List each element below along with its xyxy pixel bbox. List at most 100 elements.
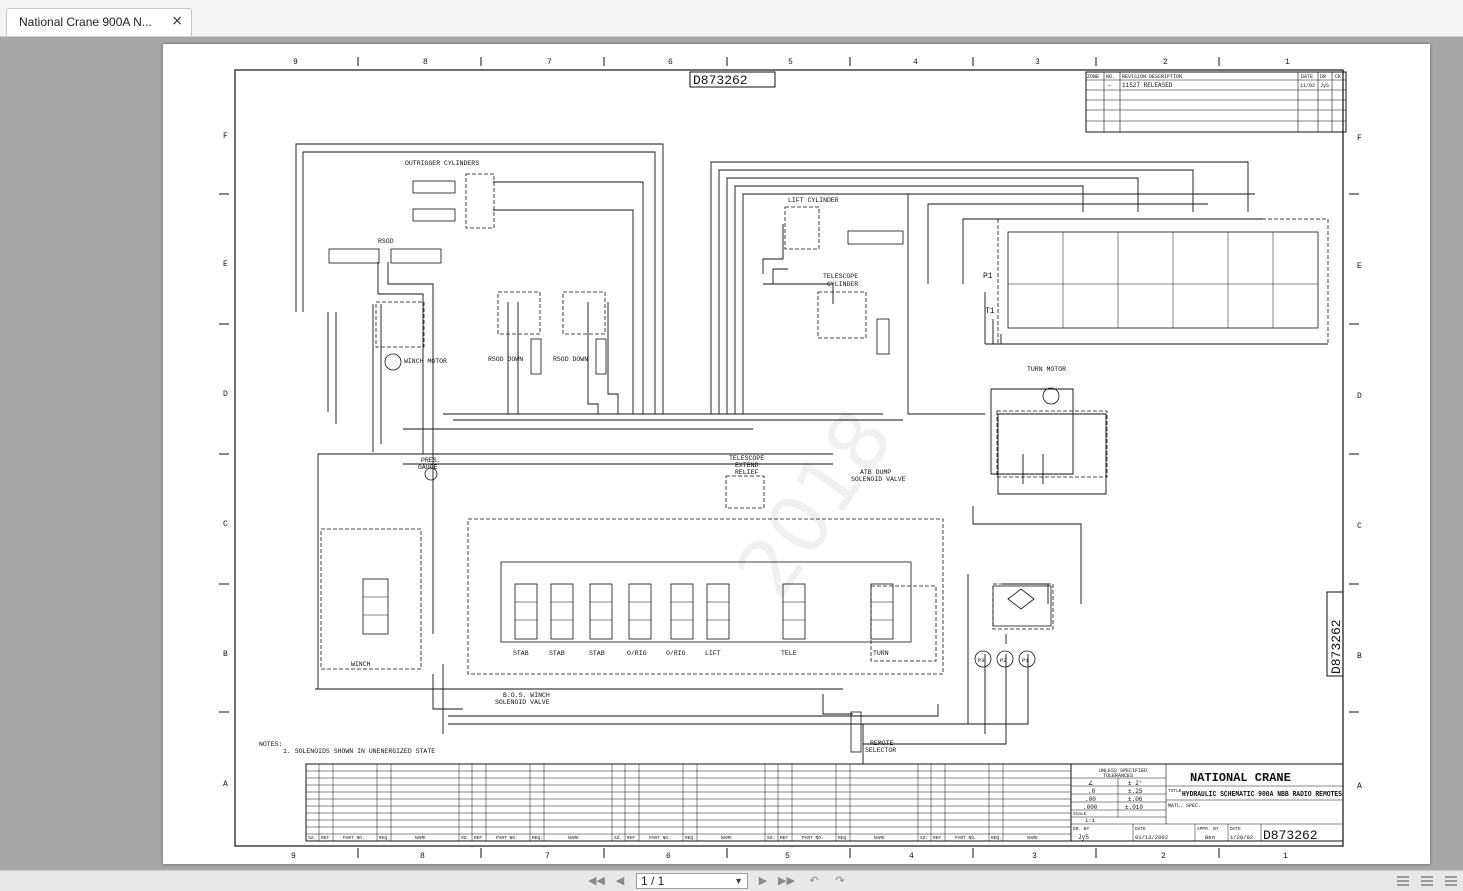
revision-cell: 11/02 xyxy=(1300,83,1315,89)
zone-label: 4 xyxy=(913,58,918,67)
parts-header: REF xyxy=(627,835,635,841)
zone-label: A xyxy=(223,780,228,789)
page-indicator: 1 / 1 xyxy=(641,874,665,888)
page-number-input[interactable]: 1 / 1 ▼ xyxy=(636,873,748,889)
rsod-down-label: RSOD DOWN xyxy=(488,356,523,363)
last-page-icon[interactable]: ▶▶ xyxy=(778,874,795,888)
title-block: UNLESS SPECIFIED TOLERANCES ∠ ± 2° .0 ±.… xyxy=(1070,763,1344,843)
section-label: STAB xyxy=(549,650,565,657)
date: 01/13/2002 xyxy=(1135,834,1168,841)
section-label: LIFT xyxy=(705,650,721,657)
zone-label: B xyxy=(1357,652,1362,661)
pump-label: P3 xyxy=(978,657,985,664)
tab-bar: National Crane 900A N... × xyxy=(0,0,1463,37)
zone-label: 6 xyxy=(666,852,671,861)
back-icon[interactable]: ↶ xyxy=(806,874,822,888)
zone-label: 7 xyxy=(547,58,552,67)
forward-icon[interactable]: ↷ xyxy=(832,874,848,888)
tolerance-key: .000 xyxy=(1083,804,1098,811)
pump-label: P2 xyxy=(1000,657,1007,664)
next-page-icon[interactable]: ▶ xyxy=(755,874,771,888)
pres-gauge-label: GAUGE xyxy=(418,464,438,471)
zone-label: 3 xyxy=(1032,852,1037,861)
title-label: TITLE xyxy=(1168,788,1182,794)
document-viewer[interactable]: 9 8 7 6 5 4 3 2 1 9 8 7 6 5 4 3 2 1 F E xyxy=(0,37,1463,870)
pres-gauge-label: PRES. xyxy=(421,457,441,464)
tolerance-value: ±.010 xyxy=(1125,804,1143,811)
zone-label: D xyxy=(1357,392,1362,401)
close-icon[interactable]: × xyxy=(171,13,183,29)
section-label: STAB xyxy=(589,650,605,657)
bos-label: B.O.S. WINCH xyxy=(503,692,550,699)
tolerance-key: ∠ xyxy=(1088,780,1093,787)
remote-selector-label: SELECTOR xyxy=(865,747,896,754)
parts-header: REQ. xyxy=(379,835,390,841)
pump-label: P1 xyxy=(1022,657,1029,664)
parts-header: SZ. xyxy=(614,835,622,841)
first-page-icon[interactable]: ◀◀ xyxy=(588,874,605,888)
chevron-down-icon[interactable]: ▼ xyxy=(734,874,743,888)
telescope-cylinder-label: CYLINDER xyxy=(827,281,858,288)
notes-line: 1. SOLENOIDS SHOWN IN UNENERGIZED STATE xyxy=(283,748,435,755)
parts-header: PART NO. xyxy=(343,835,365,841)
schematic-drawing: 9 8 7 6 5 4 3 2 1 9 8 7 6 5 4 3 2 1 F E xyxy=(219,57,1362,861)
parts-header: REQ. xyxy=(991,835,1002,841)
parts-header: REQ. xyxy=(532,835,543,841)
tolerance-value: ± 2° xyxy=(1128,780,1142,787)
section-label: TURN xyxy=(873,650,889,657)
date2: 1/29/02 xyxy=(1230,834,1253,841)
parts-header: PART NO. xyxy=(496,835,518,841)
revision-header: REVISION DESCRIPTION xyxy=(1122,74,1182,80)
two-page-view-icon[interactable] xyxy=(1444,874,1458,887)
zone-label: 2 xyxy=(1161,852,1166,861)
revision-header: DR xyxy=(1320,74,1326,80)
revision-cell: — xyxy=(1107,83,1112,89)
zone-label: E xyxy=(223,260,228,269)
zone-label: A xyxy=(1357,782,1362,791)
document-tab[interactable]: National Crane 900A N... × xyxy=(6,8,192,36)
winch-label: WINCH xyxy=(351,661,371,668)
t1-label: T1 xyxy=(985,307,995,316)
zone-label: 2 xyxy=(1163,58,1168,67)
zone-label: C xyxy=(223,520,228,529)
parts-header: REF xyxy=(321,835,329,841)
parts-header: SZ. xyxy=(920,835,928,841)
section-label: TELE xyxy=(781,650,797,657)
dr-by: JyS xyxy=(1078,834,1089,841)
p1-label: P1 xyxy=(983,272,993,281)
parts-header: SZ. xyxy=(461,835,469,841)
pdf-page: 9 8 7 6 5 4 3 2 1 9 8 7 6 5 4 3 2 1 F E xyxy=(163,44,1430,864)
parts-header: NAME xyxy=(568,835,579,841)
bos-label: SOLENOID VALVE xyxy=(495,699,550,706)
drawing-number: D873262 xyxy=(693,73,748,88)
single-page-view-icon[interactable] xyxy=(1396,874,1410,887)
tolerance-value: ±.25 xyxy=(1128,788,1143,795)
zone-label: C xyxy=(1357,522,1362,531)
tele-relief-label: EXTEND xyxy=(735,462,759,469)
turn-motor-label: TURN MOTOR xyxy=(1027,366,1066,373)
zone-label: D xyxy=(223,390,228,399)
date-label: DATE xyxy=(1135,826,1146,832)
tolerance-key: .00 xyxy=(1085,796,1096,803)
appr-by-label: APPR. BY xyxy=(1197,826,1219,832)
tele-relief-label: TELESCOPE xyxy=(729,455,764,462)
zone-label: E xyxy=(1357,262,1362,271)
zone-label: 6 xyxy=(668,58,673,67)
telescope-cylinder-label: TELESCOPE xyxy=(823,273,858,280)
continuous-view-icon[interactable] xyxy=(1420,874,1434,887)
section-label: O/RIG xyxy=(627,650,647,657)
revision-header: DATE xyxy=(1301,74,1313,80)
scale-value: 1:1 xyxy=(1085,817,1096,824)
tele-relief-label: RELIEF xyxy=(735,469,759,476)
zone-label: 1 xyxy=(1285,58,1290,67)
zone-label: 8 xyxy=(423,58,428,67)
parts-header: PART NO. xyxy=(802,835,824,841)
rsod-label: RSOD xyxy=(378,238,394,245)
zone-label: 1 xyxy=(1283,852,1288,861)
parts-list: SZ. REF PART NO. REQ. NAME SZ. REF PART … xyxy=(305,763,1072,842)
dr-by-label: DR. BY xyxy=(1073,826,1090,832)
parts-header: NAME xyxy=(874,835,885,841)
prev-page-icon[interactable]: ◀ xyxy=(612,874,628,888)
zone-label: 5 xyxy=(785,852,790,861)
remote-selector-label: REMOTE xyxy=(870,740,894,747)
